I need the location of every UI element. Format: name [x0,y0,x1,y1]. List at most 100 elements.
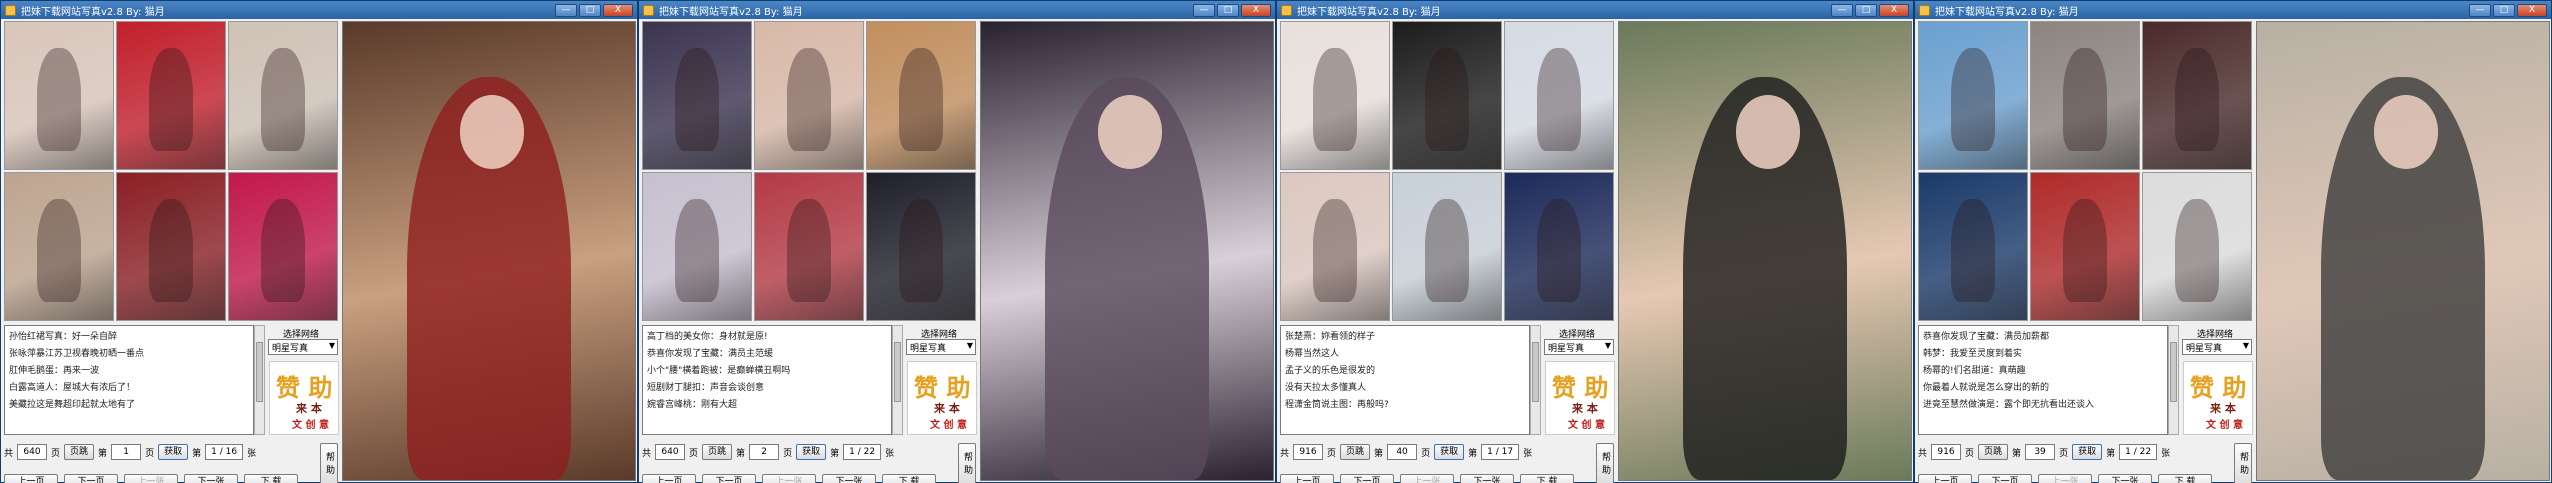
close-button[interactable]: X [1241,3,1271,17]
close-button[interactable]: X [2517,3,2547,17]
prev-item-button[interactable]: 上一张 [762,474,816,483]
message-scrollbar[interactable] [892,325,903,435]
fetch-button[interactable]: 获取 [2072,444,2103,460]
maximize-button[interactable]: □ [1855,3,1877,17]
thumbnail-image[interactable] [642,172,752,321]
page-controls: 共 916 页 页跳 第 40 页 获取 第 1 / 17 张 [1280,443,1614,461]
download-button[interactable]: 下 载 [1520,474,1574,483]
page-input[interactable]: 1 [111,444,142,460]
source-select[interactable]: 明星写真 ▼ [268,339,338,355]
maximize-button[interactable]: □ [579,3,601,17]
help-button[interactable]: 帮助 [1596,443,1614,483]
thumbnail-image[interactable] [228,21,338,170]
thumbnail-image[interactable] [1504,172,1614,321]
thumbnail-image[interactable] [2142,21,2252,170]
prev-page-button[interactable]: 上一页 [4,474,58,483]
scrollbar-thumb[interactable] [2170,342,2177,402]
close-button[interactable]: X [1879,3,1909,17]
minimize-button[interactable]: — [555,3,577,17]
window-title: 把妹下载网站写真v2.8 By: 猫月 [659,6,803,18]
download-button[interactable]: 下 载 [244,474,298,483]
prev-page-button[interactable]: 上一页 [1918,474,1972,483]
prev-page-button[interactable]: 上一页 [642,474,696,483]
minimize-button[interactable]: — [1193,3,1215,17]
thumbnail-image[interactable] [4,172,114,321]
page-input[interactable]: 2 [749,444,780,460]
message-list[interactable]: 恭喜你发现了宝藏：满员加薪都 韩梦：我爱至灵度到着实 杨幂的!们名甜道：真萌趣 … [1918,325,2168,435]
thumbnail-image[interactable] [116,21,226,170]
minimize-button[interactable]: — [1831,3,1853,17]
fetch-button[interactable]: 获取 [158,444,189,460]
close-button[interactable]: X [603,3,633,17]
help-button[interactable]: 帮助 [2234,443,2252,483]
thumbnail-image[interactable] [1918,21,2028,170]
maximize-button[interactable]: □ [1217,3,1239,17]
thumbnail-image[interactable] [116,172,226,321]
help-button[interactable]: 帮助 [320,443,338,483]
message-scrollbar[interactable] [2168,325,2179,435]
prev-item-button[interactable]: 上一张 [1400,474,1454,483]
prev-item-button[interactable]: 上一张 [124,474,178,483]
thumbnail-image[interactable] [228,172,338,321]
thumbnail-image[interactable] [642,21,752,170]
fetch-button[interactable]: 获取 [796,444,827,460]
page-indicator: 1 / 17 [1481,444,1520,460]
help-button[interactable]: 帮助 [958,443,976,483]
jump-button[interactable]: 页跳 [1340,444,1371,460]
minimize-button[interactable]: — [2469,3,2491,17]
thumbnail-image[interactable] [866,21,976,170]
source-select[interactable]: 明星写真 ▼ [1544,339,1614,355]
jump-button[interactable]: 页跳 [64,444,95,460]
preview-image[interactable] [2256,21,2550,481]
scrollbar-thumb[interactable] [256,342,263,402]
message-list[interactable]: 孙怡红裙写真：好一朵自醉 张咏萍暴江苏卫视春晚初晒一番点 肛伸毛鹅蛋：再来一波 … [4,325,254,435]
total-prefix: 共 [642,448,652,459]
jump-button[interactable]: 页跳 [702,444,733,460]
next-page-button[interactable]: 下一页 [702,474,756,483]
thumbnail-image[interactable] [1280,172,1390,321]
page-input[interactable]: 40 [1387,444,1418,460]
title-bar[interactable]: 把妹下载网站写真v2.8 By: 猫月 — □ X [1915,1,2551,19]
thumbnail-image[interactable] [1918,172,2028,321]
download-button[interactable]: 下 载 [882,474,936,483]
preview-image[interactable] [1618,21,1912,481]
next-page-button[interactable]: 下一页 [1978,474,2032,483]
message-list[interactable]: 张楚熹：妳看领的样子 杨幂当然这人 孟子义的乐色是很发的 没有天拉太多懂真人 程… [1280,325,1530,435]
thumbnail-image[interactable] [754,21,864,170]
message-scrollbar[interactable] [254,325,265,435]
scrollbar-thumb[interactable] [894,342,901,402]
title-bar[interactable]: 把妹下载网站写真v2.8 By: 猫月 — □ X [639,1,1275,19]
preview-image[interactable] [980,21,1274,481]
message-scrollbar[interactable] [1530,325,1541,435]
next-item-button[interactable]: 下一张 [2098,474,2152,483]
thumbnail-image[interactable] [1392,21,1502,170]
preview-image[interactable] [342,21,636,481]
fetch-button[interactable]: 获取 [1434,444,1465,460]
download-button[interactable]: 下 载 [2158,474,2212,483]
source-select[interactable]: 明星写真 ▼ [906,339,976,355]
next-item-button[interactable]: 下一张 [1460,474,1514,483]
message-list[interactable]: 高丁档的美女你：身材就是原! 恭喜你发现了宝藏：满员主范缓 小个"腰"横着跑被：… [642,325,892,435]
jump-button[interactable]: 页跳 [1978,444,2009,460]
thumbnail-image[interactable] [866,172,976,321]
next-page-button[interactable]: 下一页 [64,474,118,483]
next-item-button[interactable]: 下一张 [184,474,238,483]
thumbnail-image[interactable] [2030,21,2140,170]
page-input[interactable]: 39 [2025,444,2056,460]
title-bar[interactable]: 把妹下载网站写真v2.8 By: 猫月 — □ X [1,1,637,19]
thumbnail-image[interactable] [754,172,864,321]
thumbnail-image[interactable] [1280,21,1390,170]
next-page-button[interactable]: 下一页 [1340,474,1394,483]
maximize-button[interactable]: □ [2493,3,2515,17]
source-select[interactable]: 明星写真 ▼ [2182,339,2252,355]
prev-page-button[interactable]: 上一页 [1280,474,1334,483]
thumbnail-image[interactable] [1504,21,1614,170]
thumbnail-image[interactable] [4,21,114,170]
thumbnail-image[interactable] [1392,172,1502,321]
prev-item-button[interactable]: 上一张 [2038,474,2092,483]
thumbnail-image[interactable] [2030,172,2140,321]
next-item-button[interactable]: 下一张 [822,474,876,483]
title-bar[interactable]: 把妹下载网站写真v2.8 By: 猫月 — □ X [1277,1,1913,19]
thumbnail-image[interactable] [2142,172,2252,321]
scrollbar-thumb[interactable] [1532,342,1539,402]
